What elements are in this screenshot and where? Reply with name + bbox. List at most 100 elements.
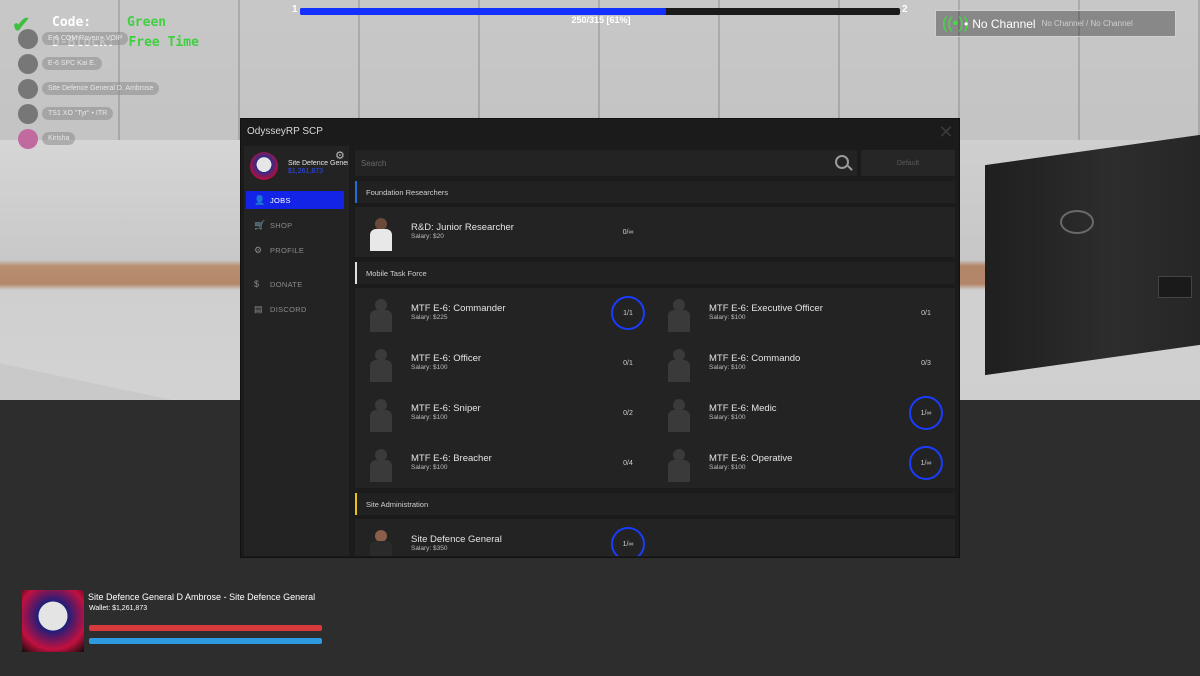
job-card[interactable]: MTF E-6: Breacher Salary: $100 0/4 [355, 439, 653, 487]
job-model [365, 347, 397, 383]
job-salary: Salary: $100 [709, 464, 746, 471]
job-card[interactable]: MTF E-6: Sniper Salary: $100 0/2 [355, 389, 653, 437]
job-slots: 0/∞ [622, 228, 634, 236]
job-salary: Salary: $100 [709, 314, 746, 321]
job-slots: 1/1 [611, 296, 645, 330]
job-card[interactable]: Site Defence General Salary: $350 1/∞ [355, 520, 653, 556]
player-row: E-6 COM Raven • VOIP [18, 26, 159, 51]
player-card-name: Site Defence General D Ambrose - Site De… [88, 592, 316, 602]
xp-track [300, 8, 900, 15]
category-header: Foundation Researchers [355, 181, 955, 203]
nav-donate[interactable]: $ DONATE [246, 275, 344, 293]
xp-bar: 1 2 250/315 [61%] [292, 4, 910, 26]
cart-icon: 🛒 [254, 219, 266, 230]
avatar [18, 28, 38, 49]
job-name: MTF E-6: Sniper [411, 403, 481, 414]
job-name: MTF E-6: Officer [411, 353, 482, 364]
player-row: TS1 XO "Tyr" • ITR [18, 101, 159, 126]
job-slots: 1/∞ [909, 396, 943, 430]
job-card[interactable]: MTF E-6: Executive Officer Salary: $100 … [653, 289, 951, 337]
xp-level-current: 1 [292, 4, 298, 15]
close-icon[interactable]: ✕ [937, 123, 955, 141]
job-model [365, 397, 397, 433]
job-salary: Salary: $225 [411, 314, 448, 321]
job-salary: Salary: $100 [411, 464, 448, 471]
player-wallet: Wallet: $1,261,873 [89, 605, 148, 612]
job-card[interactable]: MTF E-6: Operative Salary: $100 1/∞ [653, 439, 951, 487]
job-salary: Salary: $20 [411, 233, 444, 240]
job-model [365, 297, 397, 333]
person-icon: 👤 [254, 194, 266, 205]
job-slots: 0/3 [921, 359, 931, 367]
menu-title: OdysseyRP SCP [247, 126, 323, 137]
avatar [18, 53, 38, 74]
job-name: MTF E-6: Breacher [411, 453, 492, 464]
player-name: Kirisha [42, 132, 76, 145]
armor-bar [89, 638, 322, 644]
player-row: E-6 SPC Kai E. [18, 51, 159, 76]
avatar [18, 128, 38, 149]
job-name: R&D: Junior Researcher [411, 222, 514, 233]
category-header: Mobile Task Force [355, 262, 955, 284]
job-card[interactable]: MTF E-6: Officer Salary: $100 0/1 [355, 339, 653, 387]
nav-jobs[interactable]: 👤 JOBS [246, 191, 344, 209]
default-button[interactable]: Default [861, 150, 955, 176]
job-slots: 1/∞ [909, 446, 943, 480]
gear-icon: ⚙ [254, 244, 263, 255]
job-card[interactable]: MTF E-6: Commando Salary: $100 0/3 [653, 339, 951, 387]
job-model [365, 447, 397, 483]
xp-text: 250/315 [61%] [571, 15, 631, 25]
job-slots: 0/4 [623, 459, 633, 467]
settings-gear-icon[interactable]: ⚙ [335, 149, 345, 162]
job-slots: 0/1 [623, 359, 633, 367]
job-model [365, 528, 397, 556]
category-header: Site Administration [355, 493, 955, 515]
job-salary: Salary: $100 [709, 414, 746, 421]
player-name: E-6 SPC Kai E. [42, 57, 102, 70]
radio-channel-sub: No Channel / No Channel [1041, 19, 1133, 28]
bullet-icon: • [964, 16, 969, 31]
job-name: MTF E-6: Commander [411, 303, 506, 314]
category-name: Foundation Researchers [366, 187, 449, 197]
job-name: MTF E-6: Commando [709, 353, 801, 364]
nav-label: JOBS [270, 195, 291, 205]
player-name: Site Defence General D. Ambrose [42, 82, 160, 95]
job-card[interactable]: MTF E-6: Commander Salary: $225 1/1 [355, 289, 653, 337]
job-slots: 0/1 [921, 309, 931, 317]
category-jobs: Site Defence General Salary: $350 1/∞ [355, 519, 955, 556]
job-salary: Salary: $100 [411, 414, 448, 421]
blast-door [985, 134, 1200, 376]
job-model [663, 397, 695, 433]
avatar [18, 78, 38, 99]
avatar [18, 103, 38, 124]
job-salary: Salary: $350 [411, 545, 448, 552]
nav-profile[interactable]: ⚙ PROFILE [246, 241, 344, 259]
job-name: Site Defence General [411, 534, 502, 545]
profile-avatar [250, 152, 278, 180]
menu-sidebar: Site Defence General $1,261,873 ⚙ 👤 JOBS… [244, 146, 349, 556]
job-slots: 0/2 [623, 409, 633, 417]
job-card[interactable]: R&D: Junior Researcher Salary: $20 0/∞ [355, 208, 653, 256]
radio-channel-name: No Channel [972, 16, 1036, 31]
xp-fill [300, 8, 666, 15]
job-name: MTF E-6: Executive Officer [709, 303, 823, 314]
profile-money: $1,261,873 [288, 168, 324, 175]
nav-label: SHOP [270, 220, 293, 230]
category-name: Mobile Task Force [366, 268, 427, 278]
player-row: Kirisha [18, 126, 159, 151]
chat-icon: ▤ [254, 303, 263, 314]
job-card[interactable]: MTF E-6: Medic Salary: $100 1/∞ [653, 389, 951, 437]
door-keypad [1158, 276, 1192, 298]
job-model [663, 297, 695, 333]
category-name: Site Administration [366, 499, 429, 509]
jobs-panel: Search Default Foundation Researchers R&… [353, 146, 958, 556]
nav-label: DISCORD [270, 304, 307, 314]
category-jobs: R&D: Junior Researcher Salary: $20 0/∞ [355, 207, 955, 257]
nav-discord[interactable]: ▤ DISCORD [246, 300, 344, 318]
xp-level-next: 2 [902, 4, 908, 15]
nav-shop[interactable]: 🛒 SHOP [246, 216, 344, 234]
job-name: MTF E-6: Operative [709, 453, 793, 464]
search-icon [835, 155, 849, 169]
donate-icon: $ [254, 279, 260, 289]
search-input[interactable]: Search [355, 150, 857, 176]
